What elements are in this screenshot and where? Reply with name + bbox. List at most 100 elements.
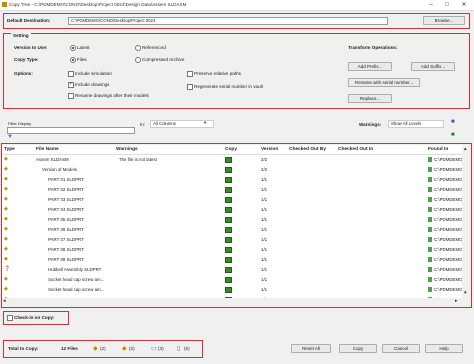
table-row[interactable]: ◆ PART 02 SLDPRT 1/1 C:\PDMDEMO\CONO\ — [2, 185, 462, 195]
filter-input[interactable] — [7, 127, 135, 134]
col-checked-out-by[interactable]: Checked Out By — [289, 147, 326, 152]
copy-checkbox[interactable] — [225, 177, 232, 183]
warnings-select[interactable]: Show All Levels — [388, 120, 444, 128]
file-name-cell: PART 06 SLDPRT — [48, 227, 84, 232]
table-row[interactable]: ◆ PART 01 SLDPRT 1/1 C:\PDMDEMO\CONO\ — [2, 175, 462, 185]
table-row[interactable]: ◆ PART 06 SLDPRT 1/1 C:\PDMDEMO\CONO\ — [2, 225, 462, 235]
folder-icon — [428, 257, 432, 262]
col-version[interactable]: Version — [261, 147, 278, 152]
filter-bar: Filter Display ▼ In: All Columns ▾ Warni… — [3, 116, 469, 142]
table-row[interactable]: ◆ PART 03 SLDPRT 1/1 C:\PDMDEMO\CONO\ — [2, 195, 462, 205]
radio-referenced[interactable] — [135, 45, 141, 51]
horizontal-scrollbar[interactable]: ◂ ▸ — [2, 298, 462, 304]
found-in-cell: C:\PDMDEMO\CONO\ — [434, 247, 462, 252]
copy-checkbox[interactable] — [225, 247, 232, 253]
col-checked-out-in[interactable]: Checked Out In — [338, 147, 373, 152]
scroll-left-icon[interactable]: ◂ — [3, 298, 6, 304]
copy-checkbox[interactable] — [225, 267, 232, 273]
vertical-scrollbar[interactable]: ▴ ▾ — [462, 145, 471, 298]
table-row[interactable]: ◆ Version of Models 2/2 C:\PDMDEMO\CONO\ — [2, 165, 462, 175]
scroll-right-icon[interactable]: ▸ — [455, 298, 458, 304]
version-cell: 2/2 — [261, 157, 268, 162]
destination-section: Default Destination: C:\PDMDEMO\CONO\Des… — [3, 13, 470, 29]
copy-checkbox[interactable] — [225, 237, 232, 243]
table-row[interactable]: ◆ PART 07 SLDPRT 1/1 C:\PDMDEMO\CONO\ — [2, 235, 462, 245]
copy-checkbox[interactable] — [225, 157, 232, 163]
destination-input[interactable]: C:\PDMDEMO\CONO\Desktop\Project 0024 — [68, 17, 388, 25]
copy-checkbox[interactable] — [225, 277, 232, 283]
col-copy[interactable]: Copy — [225, 147, 237, 152]
transform-label: Transform Operations: — [348, 45, 398, 50]
found-in-cell: C:\PDMDEMO\CONO\ — [434, 217, 462, 222]
folder-icon — [428, 207, 432, 212]
help-button[interactable]: Help — [425, 344, 463, 353]
replace-button[interactable]: Replace... — [348, 94, 392, 103]
cancel-button[interactable]: Cancel — [382, 344, 420, 353]
file-type-icon: ◆ — [4, 226, 8, 232]
col-file-name[interactable]: File Name — [36, 147, 59, 152]
table-row[interactable]: ❓ Hubbell Assembly SLDPRT 1/1 C:\PDMDEMO\CO… — [2, 265, 462, 275]
scroll-up-icon[interactable]: ▴ — [464, 146, 467, 152]
copy-checkbox[interactable] — [225, 257, 232, 263]
file-type-icon: ◆ — [4, 196, 8, 202]
close-icon[interactable]: ✕ — [457, 1, 471, 9]
radio-files[interactable] — [70, 57, 76, 63]
add-suffix-button[interactable]: Add Suffix... — [411, 62, 455, 71]
found-in-cell: C:\PDMDEMO\CONO\ — [434, 277, 462, 282]
count-assemblies: (2) — [100, 346, 106, 351]
found-in-cell: C:\PDMDEMO\CONO\ — [434, 267, 462, 272]
found-in-cell: C:\PDMDEMO\CONO\ — [434, 197, 462, 202]
copy-checkbox[interactable] — [225, 217, 232, 223]
table-row[interactable]: ◆ Socket head cap screw am... 1/1 C:\PDMDEM… — [2, 275, 462, 285]
scroll-down-icon[interactable]: ▾ — [464, 290, 467, 296]
col-found-in[interactable]: Found In — [428, 147, 448, 152]
version-cell: 1/1 — [261, 187, 268, 192]
copy-checkbox[interactable] — [225, 207, 232, 213]
folder-icon — [428, 167, 432, 172]
checkbox-rename-drawings[interactable] — [68, 93, 74, 99]
regenerate-serial-label: Regenerate serial number in vault — [194, 84, 263, 89]
checkin-box: Check-in on Copy: — [3, 311, 69, 325]
save-icon[interactable]: ■ — [451, 119, 455, 125]
file-type-icon: ◆ — [4, 236, 8, 242]
folder-icon — [428, 217, 432, 222]
file-name-cell: Socket head cap screw am... — [48, 287, 105, 292]
add-prefix-button[interactable]: Add Prefix... — [348, 62, 392, 71]
col-warnings[interactable]: Warnings — [116, 147, 138, 152]
copy-checkbox[interactable] — [225, 187, 232, 193]
export-icon[interactable]: ■ — [451, 132, 455, 138]
maximize-icon[interactable]: □ — [440, 1, 454, 9]
version-cell: 1/1 — [261, 177, 268, 182]
file-name-cell: PART 03 SLDPRT — [48, 197, 84, 202]
reset-all-button[interactable]: Reset All — [291, 344, 331, 353]
table-row[interactable]: ◆ PART 04 SLDPRT 1/1 C:\PDMDEMO\CONO\ — [2, 205, 462, 215]
checkbox-checkin[interactable] — [7, 315, 13, 321]
file-type-icon: ◆ — [4, 246, 8, 252]
copy-checkbox[interactable] — [225, 287, 232, 293]
table-row[interactable]: ◆ Socket head cap screw am... 1/1 C:\PDMDEM… — [2, 285, 462, 295]
copy-button[interactable]: Copy — [339, 344, 377, 353]
copy-type-label: Copy Type: — [14, 57, 39, 62]
include-drawings-label: Include drawings — [75, 82, 110, 87]
checkbox-preserve-paths[interactable] — [187, 71, 193, 77]
checkbox-include-drawings[interactable] — [68, 81, 74, 88]
copy-checkbox[interactable] — [225, 197, 232, 203]
version-cell: 1/1 — [261, 207, 268, 212]
col-type[interactable]: Type — [4, 147, 15, 152]
rename-serial-button[interactable]: Rename with serial number... — [348, 78, 420, 87]
radio-latest[interactable] — [70, 45, 76, 51]
table-row[interactable]: ◆ Assem SLDASM The file is not latest 2/2 C:… — [2, 155, 462, 165]
table-row[interactable]: ◆ PART 08 SLDPRT 1/1 C:\PDMDEMO\CONO\ — [2, 245, 462, 255]
table-row[interactable]: ◆ PART 09 SLDPRT 1/1 C:\PDMDEMO\CONO\ — [2, 255, 462, 265]
checkbox-regenerate-serial[interactable] — [187, 84, 193, 90]
copy-checkbox[interactable] — [225, 167, 232, 173]
file-type-icon: ◆ — [4, 176, 8, 182]
radio-compressed[interactable] — [135, 57, 141, 63]
minimize-icon[interactable]: – — [424, 1, 438, 9]
version-cell: 1/1 — [261, 217, 268, 222]
table-row[interactable]: ◆ PART 05 SLDPRT 1/1 C:\PDMDEMO\CONO\ — [2, 215, 462, 225]
checkbox-include-simulation[interactable] — [68, 71, 74, 77]
filter-funnel-icon[interactable]: ▼ — [7, 134, 13, 140]
copy-checkbox[interactable] — [225, 227, 232, 233]
browse-button[interactable]: Browse... — [423, 16, 465, 25]
